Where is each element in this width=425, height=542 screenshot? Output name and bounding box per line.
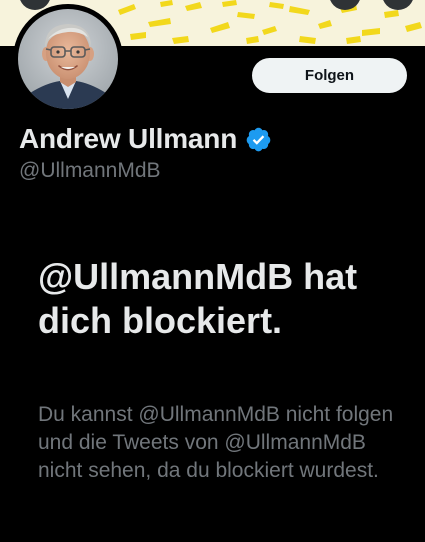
verified-badge-icon[interactable] <box>245 126 272 153</box>
avatar[interactable] <box>13 4 123 114</box>
blocked-message: Du kannst @UllmannMdB nicht folgen und d… <box>38 403 394 482</box>
display-name: Andrew Ullmann <box>19 123 238 154</box>
blocked-headline: @UllmannMdB hat dich blockiert. <box>38 256 358 341</box>
profile-photo <box>18 9 118 109</box>
profile-handle: @UllmannMdB <box>19 159 161 182</box>
follow-button[interactable]: Folgen <box>252 58 407 93</box>
profile-name-row: Andrew Ullmann <box>19 121 272 157</box>
